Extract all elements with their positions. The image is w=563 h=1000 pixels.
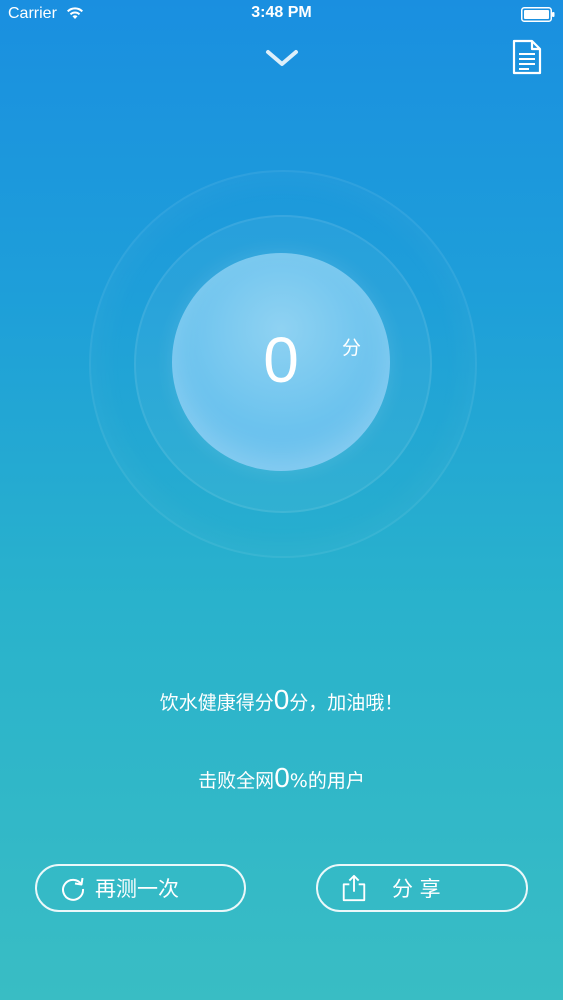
rank-prefix: 击败全网 — [198, 770, 275, 792]
health-score-suffix: 分，加油哦！ — [289, 692, 404, 714]
status-bar: Carrier 3:48 PM — [0, 0, 563, 30]
document-icon — [512, 39, 542, 75]
health-score-number: 0 — [273, 684, 290, 715]
refresh-icon — [62, 877, 85, 901]
share-button[interactable]: 分 享 — [316, 864, 528, 912]
drink-score-screen: Carrier 3:48 PM 0 分 饮水健康得分0分，加油哦！ 击败全网0%… — [0, 0, 563, 1000]
chevron-down-icon — [266, 50, 298, 66]
record-button[interactable] — [510, 38, 544, 76]
status-time: 3:48 PM — [251, 4, 312, 21]
collapse-button[interactable] — [262, 44, 302, 72]
score-circle: 0 分 — [172, 253, 390, 471]
battery-icon — [521, 7, 555, 22]
retest-button[interactable]: 再测一次 — [35, 864, 246, 912]
share-icon — [342, 874, 366, 902]
rank-message: 击败全网0%的用户 — [0, 762, 563, 794]
share-button-label: 分 享 — [392, 877, 441, 901]
retest-button-label: 再测一次 — [95, 877, 179, 901]
health-score-message: 饮水健康得分0分，加油哦！ — [0, 684, 563, 716]
score-unit: 分 — [342, 337, 362, 359]
rank-suffix: %的用户 — [289, 770, 365, 792]
health-score-prefix: 饮水健康得分 — [159, 692, 274, 714]
rank-number: 0 — [274, 762, 290, 793]
